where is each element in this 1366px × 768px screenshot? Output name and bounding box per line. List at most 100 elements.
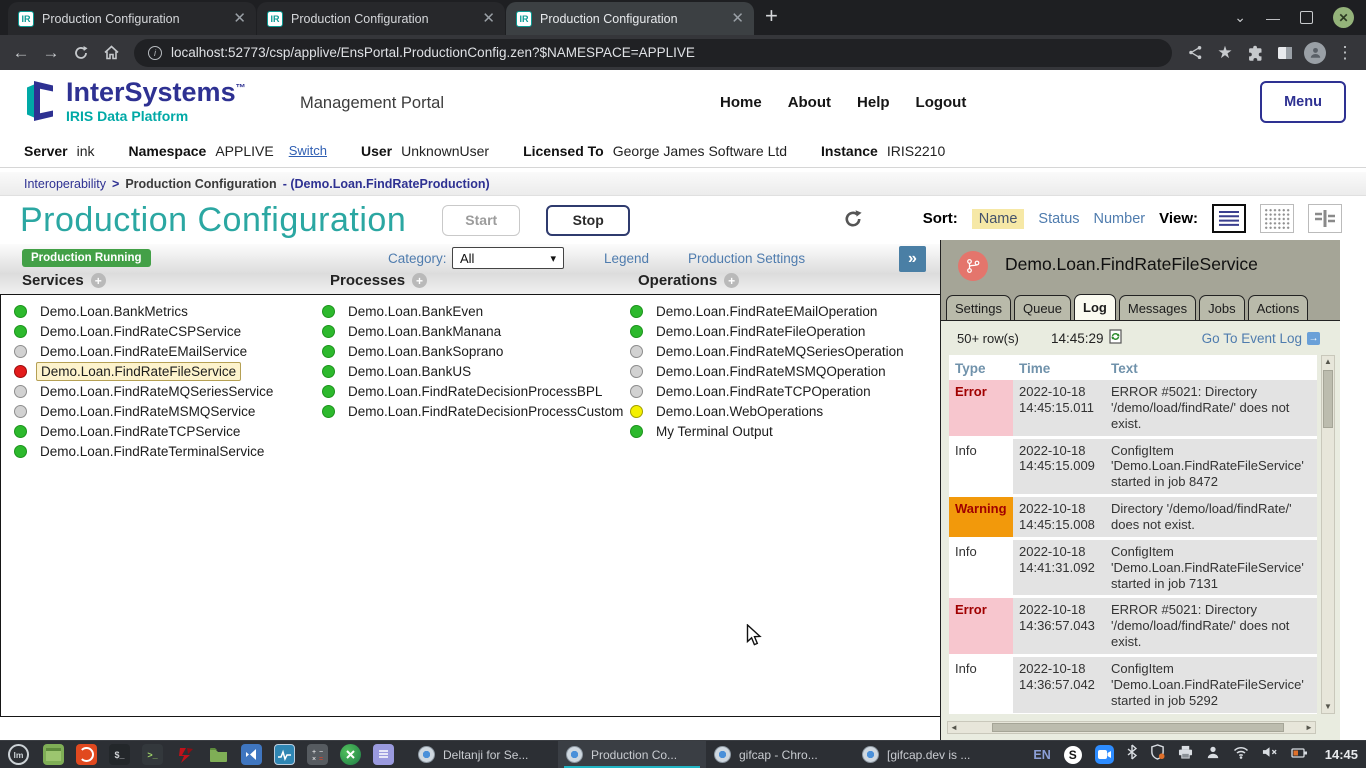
add-process-button[interactable]: +	[412, 273, 427, 288]
scroll-right-arrow[interactable]: ►	[1303, 722, 1315, 733]
config-item-selected[interactable]: Demo.Loan.FindRateFileService	[14, 361, 277, 381]
legend-link[interactable]: Legend	[604, 251, 649, 266]
category-select[interactable]: All ▾	[452, 247, 564, 269]
add-service-button[interactable]: +	[91, 273, 106, 288]
config-item[interactable]: Demo.Loan.BankManana	[322, 321, 627, 341]
home-button[interactable]	[98, 40, 124, 66]
view-split-button[interactable]	[1308, 204, 1342, 233]
tab-settings[interactable]: Settings	[946, 295, 1011, 320]
printer-icon[interactable]	[1178, 745, 1193, 764]
visual-studio-icon[interactable]	[241, 744, 262, 765]
profile-button[interactable]	[1302, 40, 1328, 66]
bookmark-button[interactable]: ★	[1212, 40, 1238, 66]
window-close-button[interactable]: ✕	[1333, 7, 1354, 28]
bluetooth-icon[interactable]	[1127, 744, 1137, 765]
keyboard-layout-indicator[interactable]: EN	[1033, 748, 1050, 762]
config-item[interactable]: Demo.Loan.BankSoprano	[322, 341, 627, 361]
log-row[interactable]: Info 2022-10-1814:41:31.092 ConfigItem '…	[949, 540, 1317, 596]
back-button[interactable]: ←	[8, 40, 34, 66]
menu-button[interactable]: Menu	[1260, 81, 1346, 123]
nav-home-link[interactable]: Home	[720, 94, 762, 111]
firewall-shield-icon[interactable]	[1150, 744, 1165, 765]
config-item[interactable]: Demo.Loan.FindRateMSMQOperation	[630, 361, 908, 381]
extensions-button[interactable]	[1242, 40, 1268, 66]
nav-help-link[interactable]: Help	[857, 94, 890, 111]
log-row[interactable]: Warning 2022-10-1814:45:15.008 Directory…	[949, 497, 1317, 537]
zoom-tray-icon[interactable]	[1095, 745, 1114, 764]
window-minimize-button[interactable]: —	[1266, 10, 1280, 26]
nav-logout-link[interactable]: Logout	[916, 94, 967, 111]
horizontal-scroll-thumb[interactable]	[992, 723, 1284, 732]
config-item[interactable]: Demo.Loan.FindRateTCPOperation	[630, 381, 908, 401]
config-item[interactable]: Demo.Loan.FindRateEMailOperation	[630, 301, 908, 321]
calculator-icon[interactable]: +−×=	[307, 744, 328, 765]
start-button[interactable]: Start	[442, 205, 520, 236]
side-panel-button[interactable]	[1272, 40, 1298, 66]
switch-link[interactable]: Switch	[289, 143, 327, 158]
sort-by-name[interactable]: Name	[972, 209, 1025, 229]
refresh-log-button[interactable]	[1109, 329, 1122, 347]
config-item[interactable]: Demo.Loan.FindRateFileOperation	[630, 321, 908, 341]
config-item[interactable]: Demo.Loan.FindRateDecisionProcessBPL	[322, 381, 627, 401]
log-vertical-scrollbar[interactable]: ▲ ▼	[1321, 355, 1335, 714]
forward-button[interactable]: →	[38, 40, 64, 66]
new-tab-button[interactable]: +	[765, 3, 778, 29]
tab-close-icon[interactable]: ✕	[482, 11, 495, 26]
user-tray-icon[interactable]	[1206, 745, 1220, 764]
go-to-event-log-link[interactable]: Go To Event Log →	[1202, 331, 1320, 346]
browser-tab[interactable]: IR Production Configuration ✕	[8, 2, 256, 35]
skype-tray-icon[interactable]: S	[1064, 746, 1082, 764]
log-horizontal-scrollbar[interactable]: ◄ ►	[947, 721, 1316, 734]
browser-tab-active[interactable]: IR Production Configuration ✕	[506, 2, 754, 35]
breadcrumb-root-link[interactable]: Interoperability	[24, 177, 106, 191]
config-item[interactable]: Demo.Loan.FindRateMQSeriesService	[14, 381, 277, 401]
config-item[interactable]: Demo.Loan.FindRateDecisionProcessCustom	[322, 401, 627, 421]
log-row[interactable]: Info 2022-10-1814:36:57.042 ConfigItem '…	[949, 657, 1317, 713]
nav-about-link[interactable]: About	[788, 94, 831, 111]
site-info-icon[interactable]: i	[148, 46, 162, 60]
log-row[interactable]: Info 2022-10-1814:45:15.009 ConfigItem '…	[949, 439, 1317, 495]
folder-icon[interactable]	[208, 744, 229, 765]
config-item[interactable]: Demo.Loan.FindRateTerminalService	[14, 441, 277, 461]
browser-tab[interactable]: IR Production Configuration ✕	[257, 2, 505, 35]
share-button[interactable]	[1182, 40, 1208, 66]
tab-search-chevron-icon[interactable]: ⌄	[1234, 9, 1246, 26]
window-button-active[interactable]: Production Co...	[558, 741, 706, 768]
volume-muted-icon[interactable]	[1262, 745, 1278, 764]
config-item[interactable]: Demo.Loan.FindRateTCPService	[14, 421, 277, 441]
config-item[interactable]: Demo.Loan.FindRateEMailService	[14, 341, 277, 361]
config-item[interactable]: Demo.Loan.BankMetrics	[14, 301, 277, 321]
mint-menu-button[interactable]: lm	[8, 744, 29, 765]
window-restore-button[interactable]	[1300, 11, 1313, 24]
terminal-icon[interactable]: $_	[109, 744, 130, 765]
wifi-icon[interactable]	[1233, 746, 1249, 764]
notes-icon[interactable]	[373, 744, 394, 765]
terminal-alt-icon[interactable]: >_	[142, 744, 163, 765]
production-settings-link[interactable]: Production Settings	[688, 251, 805, 266]
log-row[interactable]: Error 2022-10-1814:36:57.043 ERROR #5021…	[949, 598, 1317, 654]
office-calc-icon[interactable]	[340, 744, 361, 765]
config-item[interactable]: Demo.Loan.BankUS	[322, 361, 627, 381]
config-item[interactable]: Demo.Loan.WebOperations	[630, 401, 908, 421]
reload-button[interactable]	[68, 40, 94, 66]
tab-close-icon[interactable]: ✕	[731, 11, 744, 26]
scroll-up-arrow[interactable]: ▲	[1322, 356, 1334, 368]
scroll-down-arrow[interactable]: ▼	[1322, 701, 1334, 713]
tab-messages[interactable]: Messages	[1119, 295, 1196, 320]
config-item[interactable]: My Terminal Output	[630, 421, 908, 441]
view-grid-button[interactable]	[1260, 204, 1294, 233]
config-item[interactable]: Demo.Loan.FindRateMSMQService	[14, 401, 277, 421]
window-button[interactable]: gifcap - Chro...	[706, 741, 854, 768]
log-table-container[interactable]: Type Time Text Error 2022-10-1814:45:15.…	[949, 355, 1317, 714]
sort-by-status[interactable]: Status	[1038, 211, 1079, 227]
sort-by-number[interactable]: Number	[1094, 211, 1146, 227]
tab-actions[interactable]: Actions	[1248, 295, 1309, 320]
stop-button[interactable]: Stop	[546, 205, 630, 236]
view-list-button[interactable]	[1212, 204, 1246, 233]
browser-menu-button[interactable]: ⋮	[1332, 40, 1358, 66]
tab-jobs[interactable]: Jobs	[1199, 295, 1244, 320]
updater-icon[interactable]	[76, 744, 97, 765]
window-button[interactable]: [gifcap.dev is ...	[854, 741, 1002, 768]
window-button[interactable]: Deltanji for Se...	[410, 741, 558, 768]
system-monitor-icon[interactable]	[274, 744, 295, 765]
